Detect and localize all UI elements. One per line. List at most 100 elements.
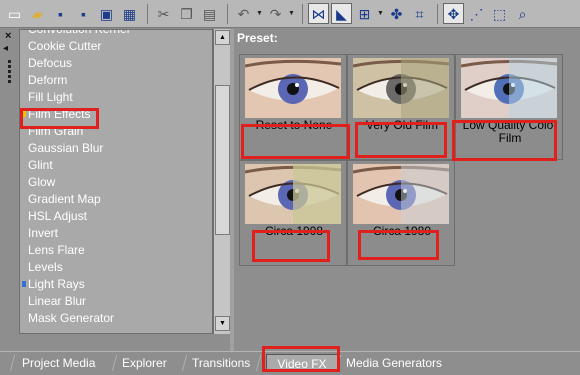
close-icon[interactable]: ×: [5, 30, 11, 42]
effect-list-item[interactable]: HSL Adjust: [20, 208, 212, 225]
ripple-edit-button[interactable]: ⊞: [354, 3, 375, 24]
preset-panel: Preset: Reset to None Very Old Film Low Qu…: [234, 29, 580, 351]
effect-list-item[interactable]: Deform: [20, 72, 212, 89]
chevron-down-icon: ▼: [219, 320, 226, 327]
preset-thumbnail: [245, 58, 341, 118]
pin-icon[interactable]: ◂: [3, 43, 8, 54]
save-button[interactable]: ▪: [50, 3, 71, 24]
scroll-down-button[interactable]: ▼: [215, 316, 230, 331]
tab-divider: [181, 355, 188, 371]
highlight-circa-1980: [358, 230, 439, 260]
undo-dropdown[interactable]: ▼: [256, 4, 263, 24]
undo-icon: ↶: [237, 5, 250, 22]
toolbar-separator: [147, 3, 148, 24]
effect-list-item[interactable]: Glow: [20, 174, 212, 191]
envelope-tool-button[interactable]: ⋰: [466, 3, 487, 24]
effect-list-item-label: Lens Flare: [28, 243, 85, 257]
preset-thumbnail: [353, 58, 449, 118]
envelope-tool-icon: ⋰: [469, 5, 484, 22]
lock-envelopes-button[interactable]: ✤: [386, 3, 407, 24]
effect-list-item[interactable]: Gaussian Blur: [20, 140, 212, 157]
ignore-grouping-button[interactable]: ⌗: [409, 3, 430, 24]
highlight-circa-1908: [252, 230, 330, 262]
effect-list-item-label: Glow: [28, 175, 56, 189]
tab-transitions[interactable]: Transitions: [192, 354, 250, 372]
save-icon: ▪: [58, 5, 63, 22]
snapping-button[interactable]: ⋈: [308, 3, 329, 24]
tab-media-generators[interactable]: Media Generators: [346, 354, 446, 372]
save-as-button[interactable]: ▪: [73, 3, 94, 24]
effect-list-item-label: Glint: [28, 158, 53, 172]
drag-grip-icon[interactable]: [8, 65, 11, 68]
redo-button[interactable]: ↷: [265, 3, 286, 24]
paste-icon: ▤: [202, 5, 217, 22]
drag-grip-icon[interactable]: [8, 80, 11, 83]
effect-list-item[interactable]: Linear Blur: [20, 293, 212, 310]
highlight-reset-to-none: [241, 124, 350, 159]
effect-list-item-label: Fill Light: [28, 90, 73, 104]
effect-list-item-label: Invert: [28, 226, 59, 240]
paste-button[interactable]: ▤: [199, 3, 220, 24]
effect-list-item[interactable]: Gradient Map: [20, 191, 212, 208]
scroll-up-button[interactable]: ▲: [215, 30, 230, 45]
preset-thumbnail: [461, 58, 557, 118]
effect-list-item[interactable]: Defocus: [20, 55, 212, 72]
copy-button[interactable]: ❐: [176, 3, 197, 24]
effect-list-item[interactable]: Cookie Cutter: [20, 38, 212, 55]
cut-button[interactable]: ✂: [153, 3, 174, 24]
copy-icon: ❐: [180, 5, 193, 22]
drag-grip-icon[interactable]: [8, 70, 11, 73]
effects-list: Convolution Kernel Cookie Cutter Defocus De…: [19, 29, 213, 334]
preset-thumbnail: [245, 164, 341, 224]
effect-list-item-label: Defocus: [28, 56, 73, 70]
toolbar-separator: [302, 3, 303, 24]
snapping-icon: ⋈: [311, 5, 326, 22]
toolbar-separator: [437, 3, 438, 24]
undo-button[interactable]: ↶: [233, 3, 254, 24]
effect-list-item-label: Cookie Cutter: [28, 39, 102, 53]
effect-list-item-label: Levels: [28, 260, 63, 274]
zoom-tool-button[interactable]: ⌕: [512, 3, 533, 24]
zoom-tool-icon: ⌕: [518, 5, 527, 22]
new-icon: ▭: [7, 5, 22, 22]
redo-dropdown[interactable]: ▼: [288, 4, 295, 24]
effect-list-item[interactable]: Light Rays: [20, 276, 212, 293]
effects-list-scrollbar[interactable]: ▲ ▼: [213, 29, 230, 334]
properties-button[interactable]: ▦: [119, 3, 140, 24]
selection-tool-button[interactable]: ⬚: [489, 3, 510, 24]
main-toolbar: ▭ ▰ ▪ ▪ ▣ ▦ ✂ ❐ ▤ ↶ ▼ ↷ ▼ ⋈ ◣ ⊞ ▼ ✤ ⌗ ✥ …: [0, 0, 580, 28]
ignore-grouping-icon: ⌗: [415, 5, 424, 22]
tab-project-media[interactable]: Project Media: [22, 354, 98, 372]
highlight-video-fx-tab: [262, 346, 340, 372]
tab-divider: [111, 355, 118, 371]
ripple-edit-icon: ⊞: [358, 5, 371, 22]
cut-icon: ✂: [157, 5, 170, 22]
drag-grip-icon[interactable]: [8, 75, 11, 78]
effect-list-item-label: Linear Blur: [28, 294, 87, 308]
new-button[interactable]: ▭: [4, 3, 25, 24]
open-button[interactable]: ▰: [27, 3, 48, 24]
tab-explorer[interactable]: Explorer: [122, 354, 170, 372]
ripple-edit-dropdown[interactable]: ▼: [377, 4, 384, 24]
effect-list-item[interactable]: Mask Generator: [20, 310, 212, 327]
highlight-very-old-film: [355, 122, 447, 158]
render-button[interactable]: ▣: [96, 3, 117, 24]
chevron-up-icon: ▲: [219, 34, 226, 41]
toolbar-separator: [227, 3, 228, 24]
effect-list-item[interactable]: Invert: [20, 225, 212, 242]
scrollbar-thumb[interactable]: [215, 85, 230, 235]
effect-list-item[interactable]: Levels: [20, 259, 212, 276]
effect-marker-icon: [22, 281, 26, 287]
save-as-icon: ▪: [81, 5, 86, 22]
effect-list-item[interactable]: Lens Flare: [20, 242, 212, 259]
tab-divider: [9, 355, 16, 371]
effect-list-item[interactable]: Convolution Kernel: [20, 30, 212, 38]
effect-list-item[interactable]: Fill Light: [20, 89, 212, 106]
effect-list-item[interactable]: Glint: [20, 157, 212, 174]
properties-icon: ▦: [122, 5, 137, 22]
auto-crossfade-icon: ◣: [336, 5, 347, 22]
tb-group-file: ▭ ▰ ▪ ▪ ▣ ▦: [4, 3, 142, 24]
normal-edit-tool-button[interactable]: ✥: [443, 3, 464, 24]
auto-crossfade-button[interactable]: ◣: [331, 3, 352, 24]
drag-grip-icon[interactable]: [8, 60, 11, 63]
